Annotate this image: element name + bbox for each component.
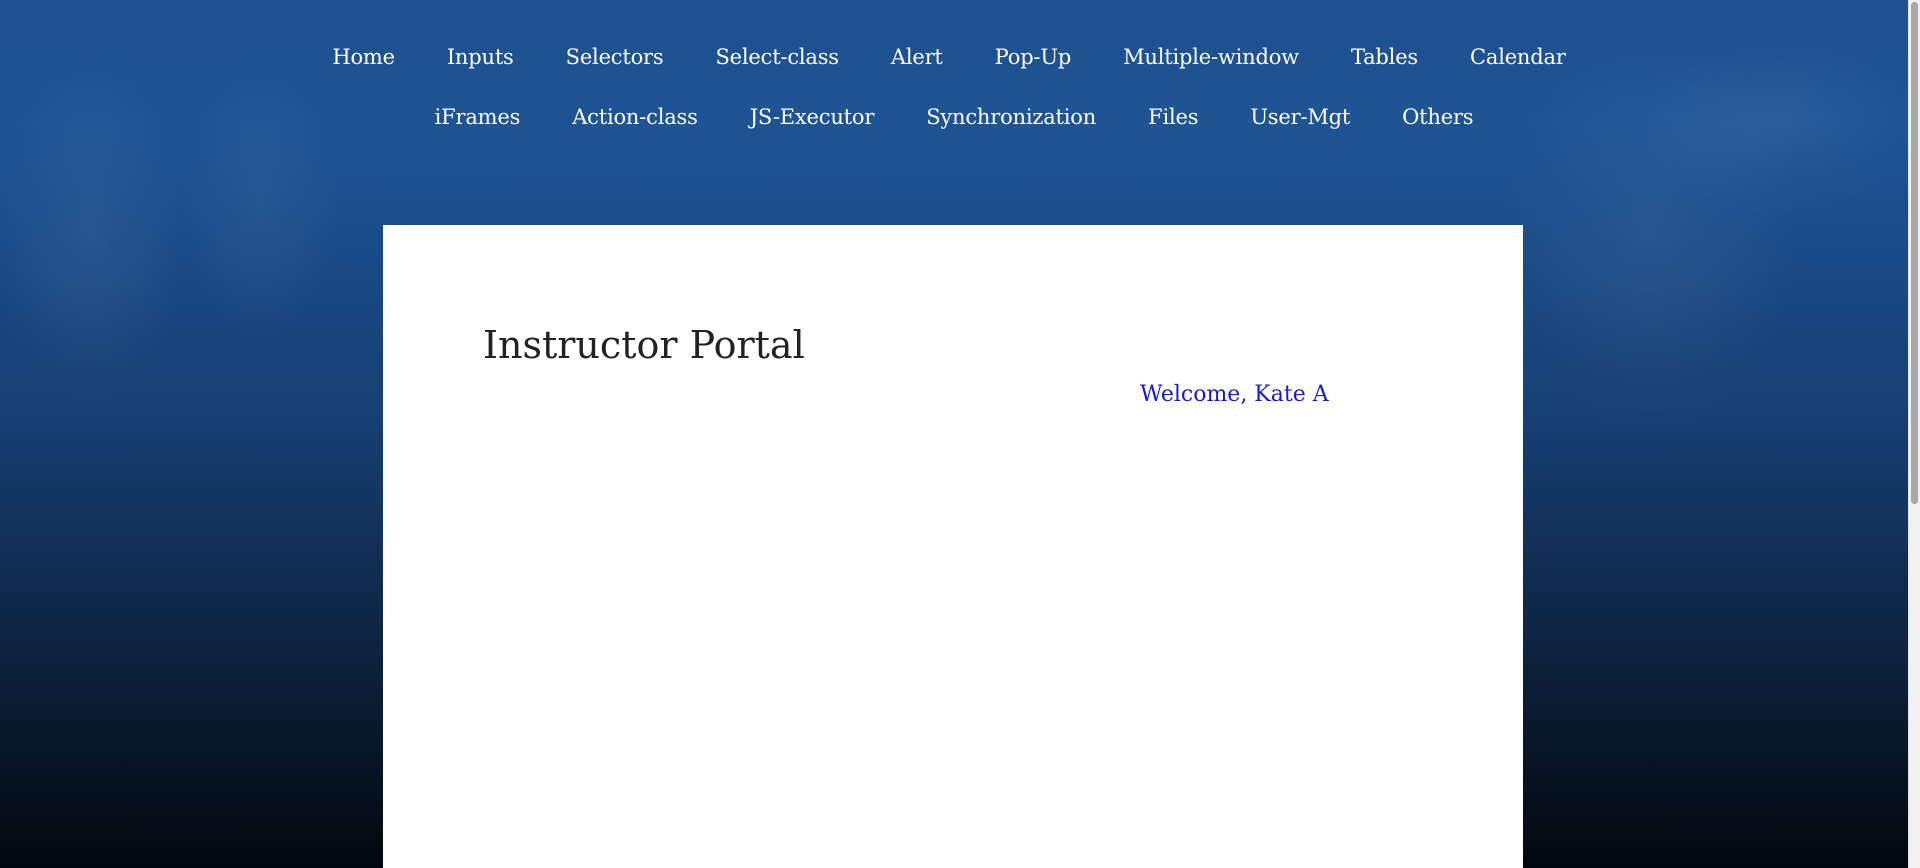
- nav-link-action-class[interactable]: Action-class: [572, 103, 698, 131]
- nav-link-js-executor[interactable]: JS-Executor: [750, 103, 875, 131]
- nav-link-iframes[interactable]: iFrames: [435, 103, 521, 131]
- page-title: Instructor Portal: [483, 323, 805, 367]
- content-panel: Instructor Portal Welcome, Kate A: [383, 225, 1523, 868]
- nav-row-1: Home Inputs Selectors Select-class Alert…: [0, 43, 1908, 71]
- nav-link-others[interactable]: Others: [1402, 103, 1473, 131]
- nav-link-user-mgt[interactable]: User-Mgt: [1250, 103, 1350, 131]
- nav-link-inputs[interactable]: Inputs: [447, 43, 514, 71]
- nav-link-files[interactable]: Files: [1148, 103, 1198, 131]
- welcome-message: Welcome, Kate A: [1140, 382, 1329, 407]
- nav-link-select-class[interactable]: Select-class: [715, 43, 839, 71]
- nav-link-tables[interactable]: Tables: [1351, 43, 1418, 71]
- nav-link-home[interactable]: Home: [332, 43, 395, 71]
- nav-link-alert[interactable]: Alert: [891, 43, 943, 71]
- nav-link-pop-up[interactable]: Pop-Up: [995, 43, 1072, 71]
- nav-link-selectors[interactable]: Selectors: [566, 43, 664, 71]
- vertical-scrollbar[interactable]: [1908, 0, 1920, 868]
- nav-row-2: iFrames Action-class JS-Executor Synchro…: [0, 103, 1908, 131]
- scrollbar-thumb[interactable]: [1911, 2, 1918, 504]
- nav-link-multiple-window[interactable]: Multiple-window: [1123, 43, 1299, 71]
- nav-link-synchronization[interactable]: Synchronization: [926, 103, 1096, 131]
- nav-link-calendar[interactable]: Calendar: [1470, 43, 1566, 71]
